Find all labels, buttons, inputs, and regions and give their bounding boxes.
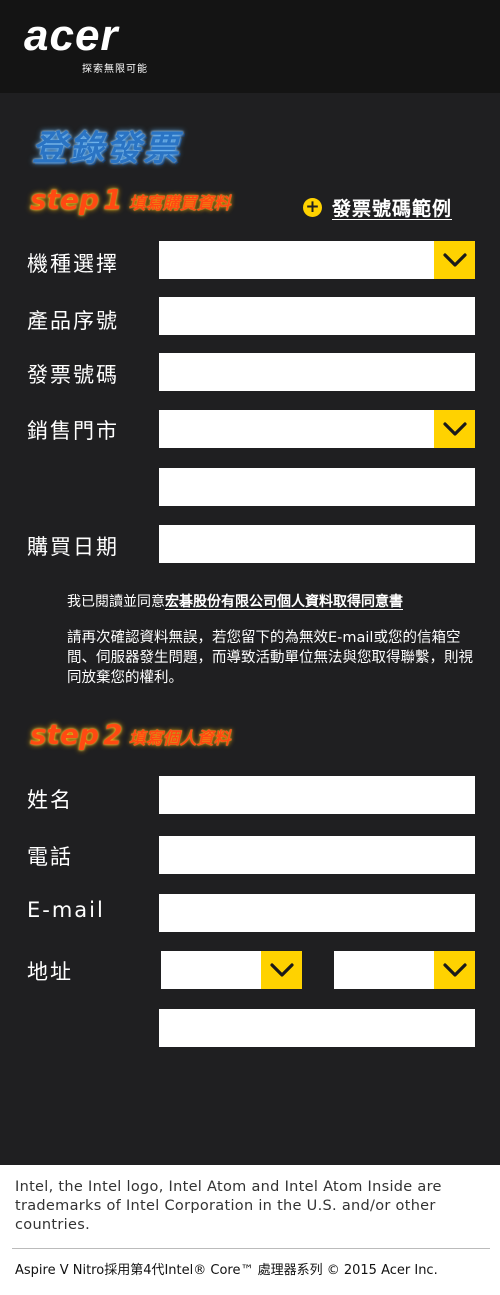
model-select[interactable] <box>159 241 475 279</box>
invoice-sample-label: 發票號碼範例 <box>332 198 453 220</box>
copyright-text: Aspire V Nitro採用第4代Intel® Core™ 處理器系列 © … <box>15 1263 438 1278</box>
step2-number: 2 <box>103 718 123 751</box>
page-title: 登錄發票 <box>32 129 181 169</box>
step1-number: 1 <box>103 183 123 216</box>
consent-text: 我已閱讀並同意宏碁股份有限公司個人資料取得同意書 <box>67 591 403 611</box>
invoice-label: 發票號碼 <box>27 363 119 387</box>
registration-form: 登錄發票 step 1 填寫購買資料 + 發票號碼範例 機種選擇 產品序號 發票… <box>0 93 500 1165</box>
invoice-sample-link[interactable]: + 發票號碼範例 <box>303 194 452 221</box>
phone-label: 電話 <box>27 845 73 869</box>
acer-logo[interactable]: acer <box>24 12 119 60</box>
step2-heading: step 2 填寫個人資料 <box>30 718 231 751</box>
consent-prefix: 我已閱讀並同意 <box>67 594 165 610</box>
email-label: E-mail <box>27 898 105 922</box>
phone-input[interactable] <box>159 836 475 874</box>
city-select[interactable] <box>161 951 302 989</box>
chevron-down-icon[interactable] <box>261 951 302 989</box>
date-label: 購買日期 <box>27 535 119 559</box>
plus-icon: + <box>303 198 322 217</box>
step1-word: step <box>30 183 100 216</box>
date-input[interactable] <box>159 525 475 563</box>
district-select[interactable] <box>334 951 475 989</box>
brand-tagline: 探索無限可能 <box>82 64 148 75</box>
email-input[interactable] <box>159 894 475 932</box>
page-footer: Intel, the Intel logo, Intel Atom and In… <box>0 1165 500 1295</box>
address-input[interactable] <box>159 1009 475 1047</box>
step2-word: step <box>30 718 100 751</box>
model-label: 機種選擇 <box>27 252 119 276</box>
step2-title: 填寫個人資料 <box>128 729 231 749</box>
chevron-down-icon[interactable] <box>434 951 475 989</box>
chevron-down-icon[interactable] <box>434 410 475 448</box>
notice-text: 請再次確認資料無誤，若您留下的為無效E-mail或您的信箱空間、伺服器發生問題，… <box>67 630 473 686</box>
step1-heading: step 1 填寫購買資料 <box>30 183 231 216</box>
invoice-input[interactable] <box>159 353 475 391</box>
serial-input[interactable] <box>159 297 475 335</box>
site-header: acer 探索無限可能 <box>0 0 500 93</box>
store-label: 銷售門市 <box>27 419 119 443</box>
store-select[interactable] <box>159 410 475 448</box>
chevron-down-icon[interactable] <box>434 241 475 279</box>
name-input[interactable] <box>159 776 475 814</box>
legal-notice: Intel, the Intel logo, Intel Atom and In… <box>15 1179 442 1233</box>
step1-title: 填寫購買資料 <box>128 194 231 214</box>
name-label: 姓名 <box>27 788 73 812</box>
footer-divider <box>12 1248 490 1249</box>
serial-label: 產品序號 <box>27 309 119 333</box>
consent-link[interactable]: 宏碁股份有限公司個人資料取得同意書 <box>165 594 403 610</box>
store-detail-input[interactable] <box>159 468 475 506</box>
address-label: 地址 <box>27 960 73 984</box>
